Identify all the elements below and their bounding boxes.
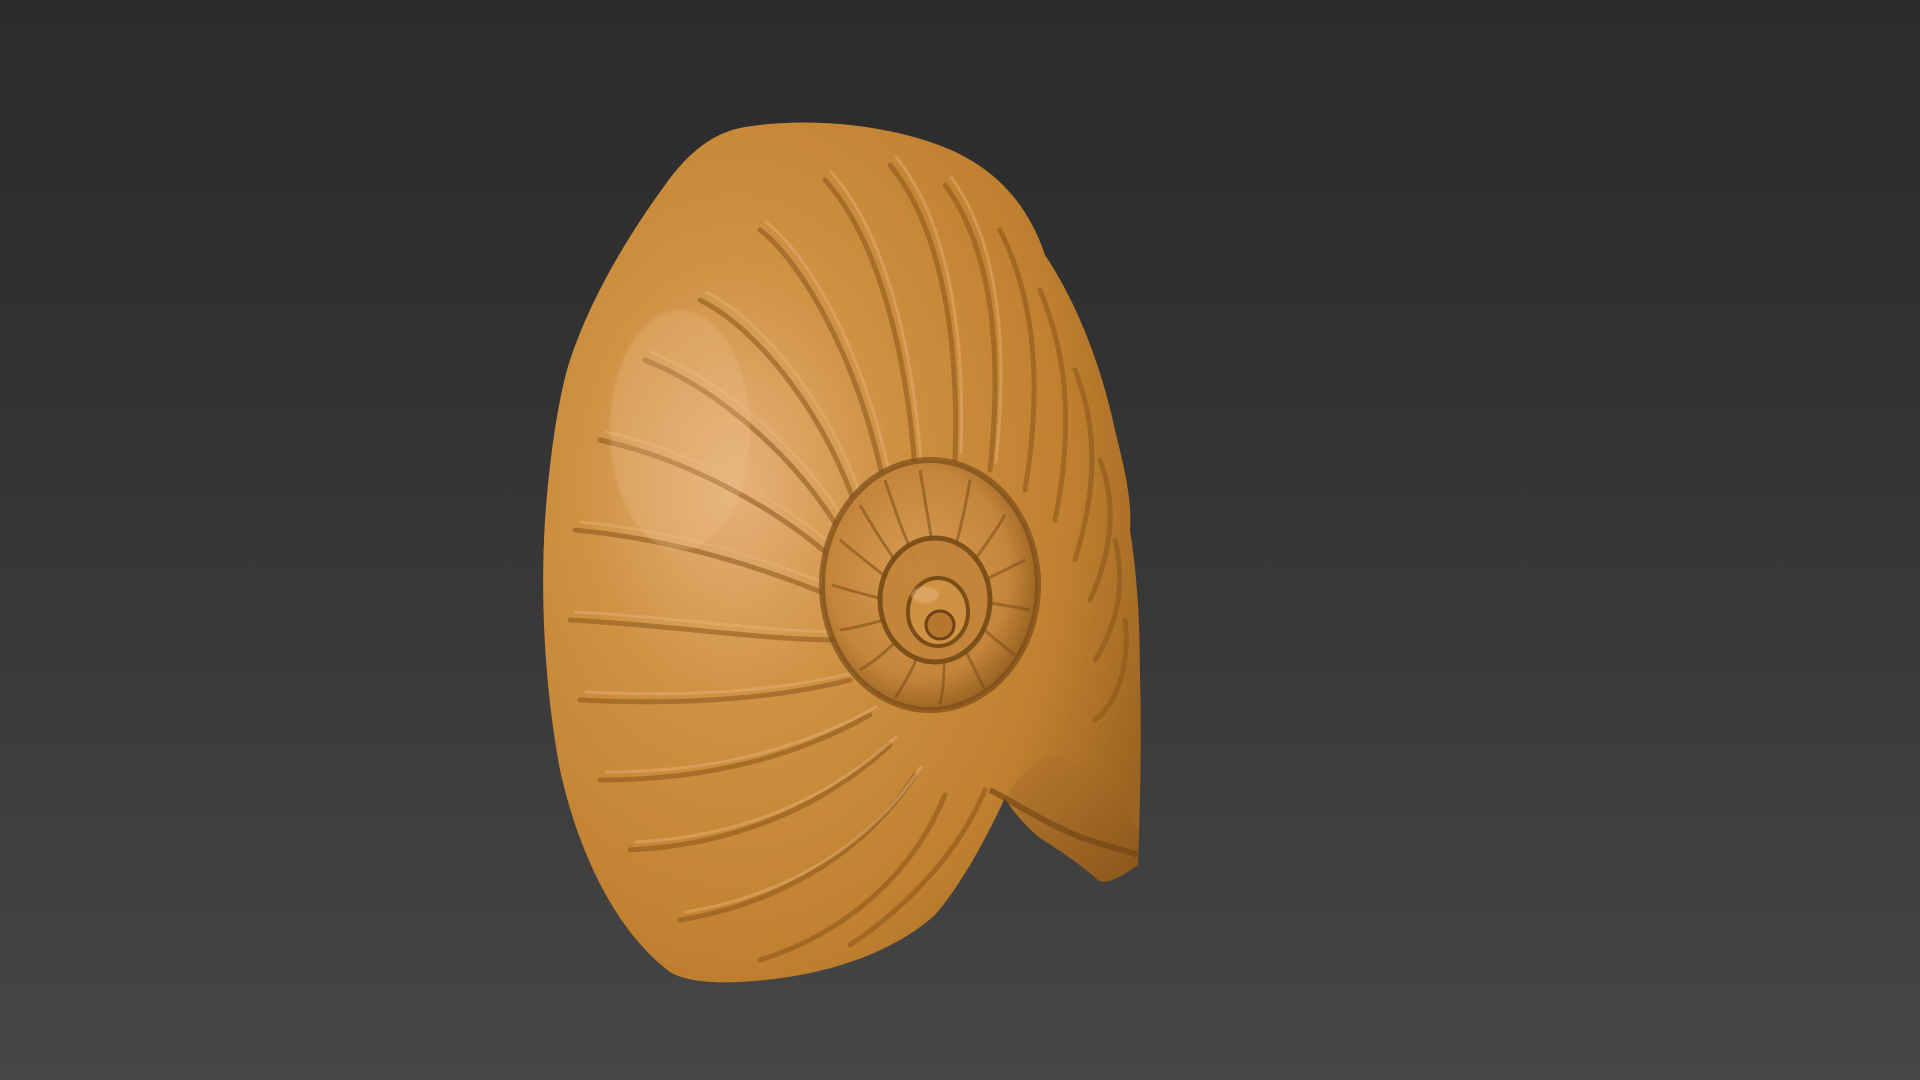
shell-highlight [610,310,750,550]
3d-viewport[interactable] [0,0,1920,1080]
ammonite-shell-model [543,122,1141,983]
inner-coil [819,457,1041,713]
